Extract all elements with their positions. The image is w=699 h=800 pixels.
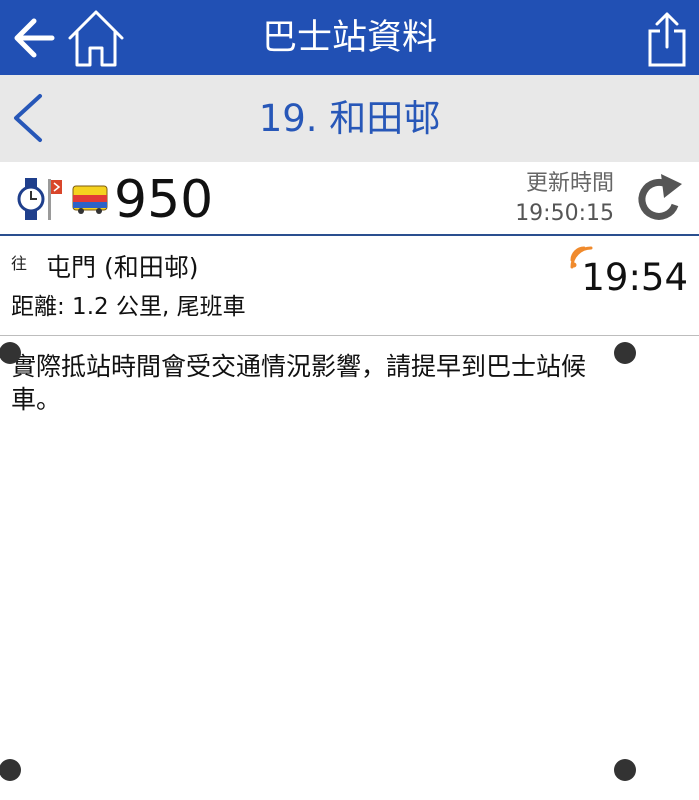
corner-dot (614, 759, 636, 781)
distance-info: 距離: 1.2 公里, 尾班車 (11, 294, 246, 320)
notice-text: 實際抵站時間會受交通情況影響，請提早到巴士站候車。 (11, 352, 587, 414)
refresh-icon (638, 174, 682, 220)
update-time: 19:50:15 (515, 201, 614, 226)
share-icon (648, 12, 686, 67)
share-button[interactable] (646, 11, 688, 67)
eta-row[interactable]: 往 屯門 (和田邨) 距離: 1.2 公里, 尾班車 19:54 (0, 236, 699, 336)
page-title: 巴士站資料 (261, 18, 437, 58)
bus-icon (72, 185, 108, 214)
bus-stop-flag-icon (48, 179, 62, 220)
corner-dot (0, 342, 21, 364)
refresh-button[interactable] (632, 172, 686, 226)
corner-dot (614, 342, 636, 364)
route-row: 950 更新時間 19:50:15 (0, 162, 699, 236)
destination: 屯門 (和田邨) (46, 253, 199, 282)
watch-icon (17, 178, 45, 220)
bus-stop-info-screen: 巴士站資料 19. 和田邨 950 更新時間 19:50:15 往 屯門 (和田… (0, 0, 699, 800)
route-number: 950 (114, 170, 214, 230)
stop-title: 19. 和田邨 (258, 97, 441, 140)
eta-time: 19:54 (581, 256, 688, 299)
corner-dot (0, 759, 21, 781)
update-time-label: 更新時間 (525, 171, 614, 196)
top-nav-bar: 巴士站資料 (0, 0, 699, 75)
stop-header: 19. 和田邨 (0, 75, 699, 162)
direction-label: 往 (11, 254, 28, 273)
